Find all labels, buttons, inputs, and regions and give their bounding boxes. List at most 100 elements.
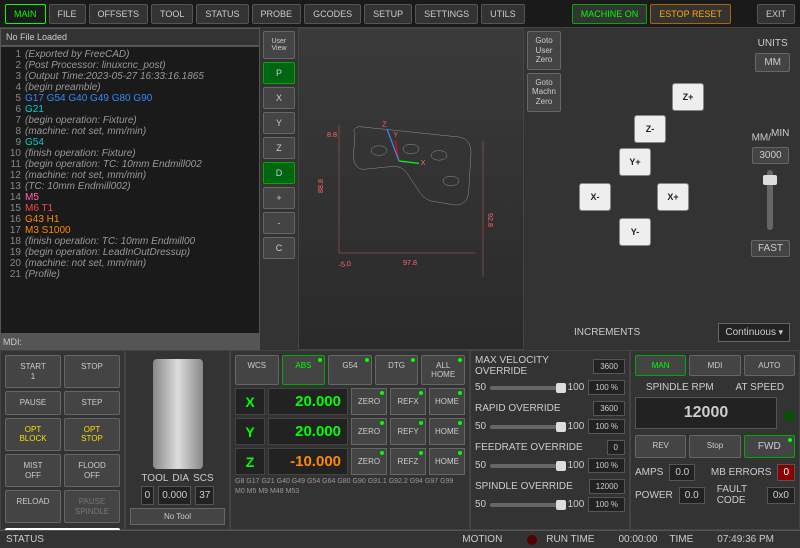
axis-Z-label: Z xyxy=(235,448,265,475)
refx-button[interactable]: REFX xyxy=(390,388,426,415)
dro-panel: WCSABSG54DTGALL HOME X20.000ZEROREFXHOME… xyxy=(230,350,470,530)
dro-allhome-button[interactable]: ALL HOME xyxy=(421,355,465,385)
status-bar: STATUS MOTION RUN TIME00:00:00 TIME07:49… xyxy=(0,530,800,548)
view-userview-button[interactable]: User View xyxy=(263,31,295,59)
view-y-button[interactable]: Y xyxy=(263,112,295,134)
zero-button[interactable]: ZERO xyxy=(351,418,387,445)
optstop-button[interactable]: OPT STOP xyxy=(64,418,120,451)
axis-X-label: X xyxy=(235,388,265,415)
tool-image xyxy=(153,359,203,469)
tool-name: No Tool xyxy=(130,508,225,525)
svg-text:Z: Z xyxy=(382,120,387,129)
dro-abs-button[interactable]: ABS xyxy=(282,355,326,385)
view-z-button[interactable]: Z xyxy=(263,137,295,159)
axis-X-value: 20.000 xyxy=(268,388,348,415)
increments-select[interactable]: Continuous ▾ xyxy=(718,323,790,342)
step-button[interactable]: STEP xyxy=(64,391,120,415)
file-header: No File Loaded xyxy=(0,28,260,46)
machine-on-button[interactable]: MACHINE ON xyxy=(572,4,648,24)
tab-status[interactable]: STATUS xyxy=(196,4,248,24)
mode-man-button[interactable]: MAN xyxy=(635,355,686,376)
tab-setup[interactable]: SETUP xyxy=(364,4,412,24)
exit-button[interactable]: EXIT xyxy=(757,4,795,24)
mdi-input[interactable]: MDI: xyxy=(0,334,260,350)
mode-auto-button[interactable]: AUTO xyxy=(744,355,795,376)
jog-speed-value: 3000 xyxy=(752,147,788,164)
goto-button[interactable]: Goto Machn Zero xyxy=(527,73,561,112)
at-speed-led xyxy=(783,410,795,422)
spindle-fwd-button[interactable]: FWD xyxy=(744,435,795,458)
zero-button[interactable]: ZERO xyxy=(351,388,387,415)
estop-reset-button[interactable]: ESTOP RESET xyxy=(650,4,731,24)
units-display: UNITS MM xyxy=(755,38,790,72)
override-slider[interactable] xyxy=(490,503,564,507)
jog-y-plus[interactable]: Y+ xyxy=(619,148,651,176)
jog-z-plus[interactable]: Z+ xyxy=(672,83,704,111)
stop-button[interactable]: STOP xyxy=(64,355,120,388)
home-button[interactable]: HOME xyxy=(429,388,465,415)
view--button[interactable]: - xyxy=(263,212,295,234)
override-panel: MAX VELOCITY OVERRIDE360050100100 %RAPID… xyxy=(470,350,630,530)
view-c-button[interactable]: C xyxy=(263,237,295,259)
svg-text:8.8: 8.8 xyxy=(327,130,337,139)
view-p-button[interactable]: P xyxy=(263,62,295,84)
pause-button[interactable]: PAUSE xyxy=(5,391,61,415)
3d-viewport[interactable]: 8.8 88.8 -5.0 97.8 92.8 XYZ xyxy=(298,28,524,350)
override-slider[interactable] xyxy=(490,425,564,429)
gcode-viewer[interactable]: 1(Exported by FreeCAD)2(Post Processor: … xyxy=(0,46,260,334)
pausesp-button[interactable]: PAUSE SPINDLE xyxy=(64,490,120,523)
spindle-rev-button[interactable]: REV xyxy=(635,435,686,458)
reload-button[interactable]: RELOAD xyxy=(5,490,61,523)
refz-button[interactable]: REFZ xyxy=(390,448,426,475)
mist-button[interactable]: MIST OFF xyxy=(5,454,61,487)
override-slider[interactable] xyxy=(490,386,564,390)
home-button[interactable]: HOME xyxy=(429,448,465,475)
tab-gcodes[interactable]: GCODES xyxy=(304,4,361,24)
increments-label: INCREMENTS xyxy=(574,327,640,338)
dro-wcs-button[interactable]: WCS xyxy=(235,355,279,385)
flood-button[interactable]: FLOOD OFF xyxy=(64,454,120,487)
spindle-stop-button[interactable]: Stop xyxy=(689,435,740,458)
override-slider[interactable] xyxy=(490,464,564,468)
view--button[interactable]: + xyxy=(263,187,295,209)
tab-main[interactable]: MAIN xyxy=(5,4,46,24)
tab-probe[interactable]: PROBE xyxy=(252,4,302,24)
jog-x-plus[interactable]: X+ xyxy=(657,183,689,211)
jog-fast-button[interactable]: FAST xyxy=(751,240,790,257)
svg-text:Y: Y xyxy=(393,130,398,139)
jog-x-minus[interactable]: X- xyxy=(579,183,611,211)
view-x-button[interactable]: X xyxy=(263,87,295,109)
active-gcodes: G8 G17 G21 G40 G49 G54 G64 G80 G90 G91.1… xyxy=(235,478,465,485)
jog-z-minus[interactable]: Z- xyxy=(634,115,666,143)
home-button[interactable]: HOME xyxy=(429,418,465,445)
optblock-button[interactable]: OPT BLOCK xyxy=(5,418,61,451)
svg-text:X: X xyxy=(421,158,426,167)
spindle-panel: MANMDIAUTO SPINDLE RPMAT SPEED 12000 REV… xyxy=(630,350,800,530)
axis-Y-value: 20.000 xyxy=(268,418,348,445)
svg-text:-5.0: -5.0 xyxy=(338,259,352,270)
tab-offsets[interactable]: OFFSETS xyxy=(89,4,149,24)
mode-mdi-button[interactable]: MDI xyxy=(689,355,740,376)
view-d-button[interactable]: D xyxy=(263,162,295,184)
active-mcodes: M0 M5 M9 M48 M53 xyxy=(235,488,465,495)
start-button[interactable]: START 1 xyxy=(5,355,61,388)
refy-button[interactable]: REFY xyxy=(390,418,426,445)
status-label: STATUS xyxy=(6,534,44,545)
axis-Z-value: -10.000 xyxy=(268,448,348,475)
jog-speed-slider[interactable] xyxy=(767,170,773,230)
zero-button[interactable]: ZERO xyxy=(351,448,387,475)
goto-button[interactable]: Goto User Zero xyxy=(527,31,561,70)
tab-settings[interactable]: SETTINGS xyxy=(415,4,478,24)
jog-y-minus[interactable]: Y- xyxy=(619,218,651,246)
axis-Y-label: Y xyxy=(235,418,265,445)
dro-g54-button[interactable]: G54 xyxy=(328,355,372,385)
run-control-panel: START 1STOPPAUSESTEPOPT BLOCKOPT STOPMIS… xyxy=(0,350,125,530)
tab-utils[interactable]: UTILS xyxy=(481,4,525,24)
tab-tool[interactable]: TOOL xyxy=(151,4,193,24)
tab-file[interactable]: FILE xyxy=(49,4,86,24)
view-buttons-column: User View PXYZD + - C xyxy=(260,28,298,350)
dro-dtg-button[interactable]: DTG xyxy=(375,355,419,385)
motion-led xyxy=(526,534,538,546)
svg-text:92.8: 92.8 xyxy=(486,213,495,227)
units-button[interactable]: MM xyxy=(755,53,790,72)
